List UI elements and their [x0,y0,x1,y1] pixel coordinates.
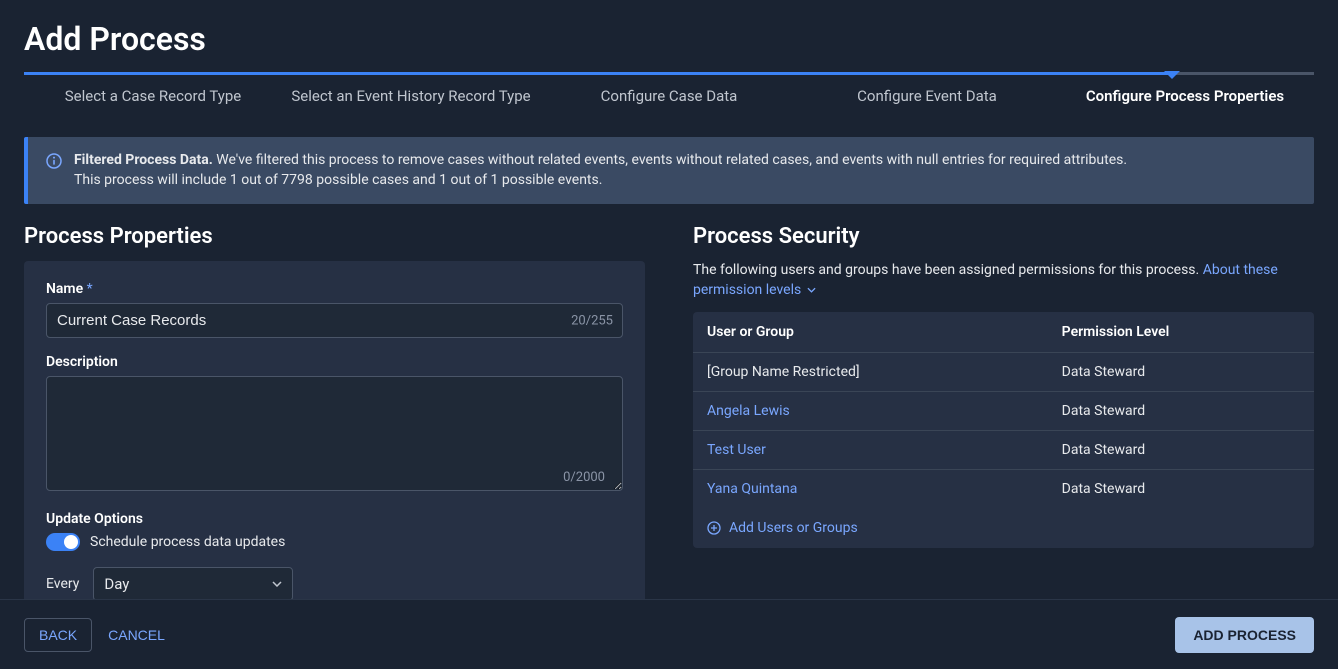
info-icon [46,153,62,169]
security-heading: Process Security [693,224,1314,249]
name-label: Name * [46,281,623,297]
security-table: User or Group Permission Level [Group Na… [693,312,1314,548]
info-banner-line2: This process will include 1 out of 7798 … [74,172,602,188]
chevron-down-icon [272,581,282,587]
properties-heading: Process Properties [24,224,645,249]
user-link[interactable]: Angela Lewis [707,403,790,419]
security-description: The following users and groups have been… [693,261,1314,300]
right-column: Process Security The following users and… [693,224,1314,603]
schedule-toggle-row: Schedule process data updates [46,533,623,551]
plus-circle-icon [707,521,721,535]
permission-cell: Data Steward [1048,353,1314,392]
info-banner: Filtered Process Data. We've filtered th… [24,137,1314,204]
description-textarea[interactable] [46,376,623,491]
content-scroll-area[interactable]: Filtered Process Data. We've filtered th… [0,119,1338,603]
stepper-step-1[interactable]: Select an Event History Record Type [282,87,540,105]
schedule-select[interactable]: Day [93,567,293,601]
info-banner-strong: Filtered Process Data. [74,152,213,168]
page-header: Add Process [0,0,1338,58]
two-columns: Process Properties Name * 20/255 Descrip… [24,224,1314,603]
page-title: Add Process [24,20,1314,58]
footer: BACK CANCEL ADD PROCESS [0,599,1338,669]
stepper-step-3[interactable]: Configure Event Data [798,87,1056,105]
permission-cell: Data Steward [1048,470,1314,509]
chevron-down-icon [807,287,816,293]
user-link[interactable]: Yana Quintana [707,481,797,497]
user-cell: [Group Name Restricted] [693,353,1048,392]
table-row: Angela Lewis Data Steward [693,392,1314,431]
add-process-button[interactable]: ADD PROCESS [1175,617,1314,653]
table-row: [Group Name Restricted]Data Steward [693,353,1314,392]
cancel-button[interactable]: CANCEL [108,627,165,643]
stepper-pointer-icon [1164,71,1180,79]
info-banner-line1: We've filtered this process to remove ca… [216,152,1127,168]
update-options-label: Update Options [46,511,623,527]
user-cell: Angela Lewis [693,392,1048,431]
schedule-row: Every Day [46,567,623,601]
stepper-step-0[interactable]: Select a Case Record Type [24,87,282,105]
table-row: Test User Data Steward [693,431,1314,470]
stepper-fill [24,72,1172,75]
th-user-group: User or Group [693,312,1048,353]
name-input[interactable] [46,303,623,338]
user-link[interactable]: Test User [707,442,766,458]
schedule-prefix: Every [46,576,79,592]
stepper-track [24,72,1314,75]
description-char-count: 0/2000 [563,470,605,485]
user-cell: Yana Quintana [693,470,1048,509]
table-row: Yana Quintana Data Steward [693,470,1314,509]
stepper-step-2[interactable]: Configure Case Data [540,87,798,105]
left-column: Process Properties Name * 20/255 Descrip… [24,224,645,603]
properties-panel: Name * 20/255 Description 0/2000 Update … [24,261,645,603]
table-header-row: User or Group Permission Level [693,312,1314,353]
description-label: Description [46,354,623,370]
schedule-toggle[interactable] [46,533,80,551]
add-users-groups-label: Add Users or Groups [729,520,858,536]
stepper: Select a Case Record TypeSelect an Event… [0,72,1338,119]
name-char-count: 20/255 [571,313,613,328]
schedule-toggle-label: Schedule process data updates [90,534,285,550]
permission-cell: Data Steward [1048,392,1314,431]
permission-cell: Data Steward [1048,431,1314,470]
user-cell: Test User [693,431,1048,470]
info-banner-text: Filtered Process Data. We've filtered th… [74,151,1127,190]
schedule-select-value: Day [104,575,129,593]
add-users-groups-button[interactable]: Add Users or Groups [693,508,1314,548]
back-button[interactable]: BACK [24,618,92,652]
stepper-step-4[interactable]: Configure Process Properties [1056,87,1314,105]
th-permission: Permission Level [1048,312,1314,353]
